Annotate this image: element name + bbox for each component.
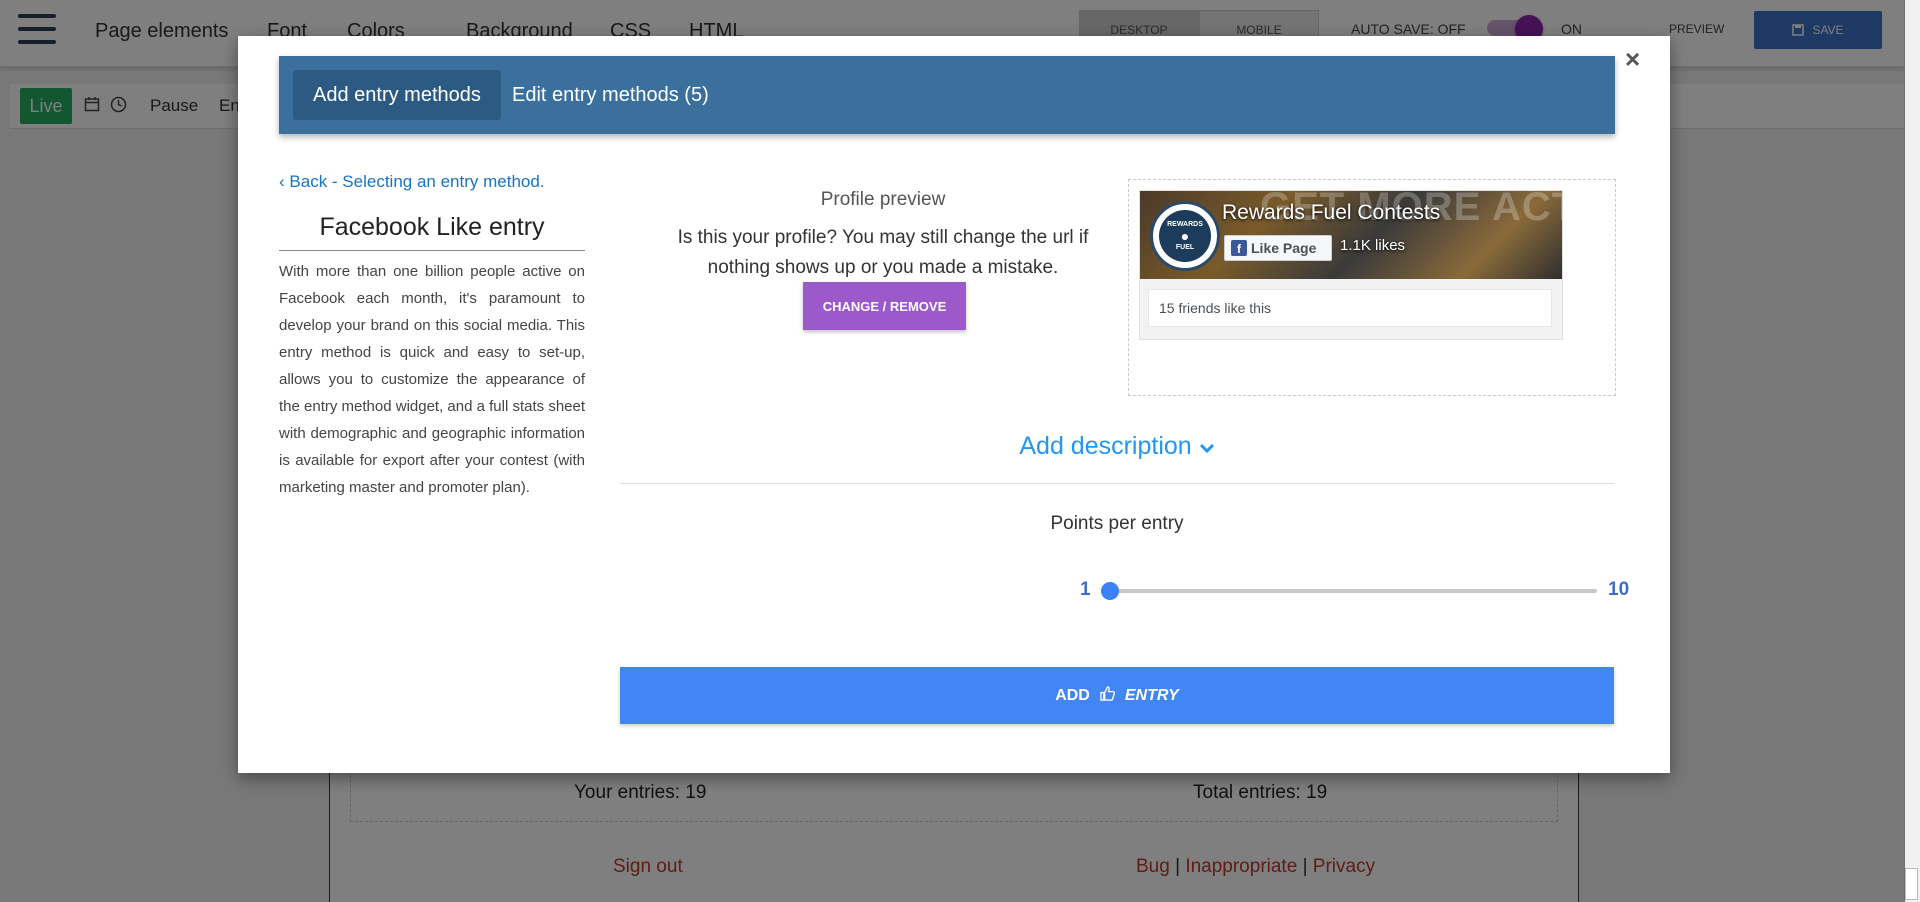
points-per-entry-label: Points per entry: [1050, 513, 1184, 534]
modal-tabbar: Add entry methods Edit entry methods (5): [279, 56, 1615, 134]
logo-text-bottom: FUEL: [1175, 244, 1195, 251]
chevron-left-icon: ‹: [279, 172, 285, 191]
add-entry-label-add: ADD: [1055, 686, 1090, 704]
drop-icon: ●: [1180, 228, 1190, 244]
entry-method-modal: × Add entry methods Edit entry methods (…: [238, 36, 1670, 773]
chevron-down-icon: [1199, 432, 1215, 460]
tab-add-entry-methods[interactable]: Add entry methods: [293, 70, 501, 120]
like-button-label: Like Page: [1251, 240, 1317, 256]
add-entry-button[interactable]: ADD ENTRY: [620, 667, 1614, 724]
facebook-friends-like: 15 friends like this: [1148, 289, 1552, 327]
back-link-label: Back - Selecting an entry method.: [289, 172, 545, 191]
facebook-likes-count: 1.1K likes: [1340, 237, 1406, 254]
facebook-page-name[interactable]: Rewards Fuel Contests: [1222, 201, 1440, 225]
scrollbar-thumb[interactable]: [1905, 868, 1918, 900]
logo-text-top: REWARDS: [1167, 221, 1203, 228]
slider-handle[interactable]: [1101, 582, 1119, 600]
entry-method-description: With more than one billion people active…: [279, 263, 586, 496]
slider-min-value: 1: [1080, 579, 1091, 600]
close-icon[interactable]: ×: [1625, 44, 1640, 75]
page-scrollbar[interactable]: [1904, 0, 1920, 902]
add-description-label: Add description: [1019, 432, 1192, 460]
divider: [620, 483, 1614, 484]
profile-preview-label: Profile preview: [820, 189, 946, 210]
add-entry-label-entry: ENTRY: [1124, 686, 1179, 704]
add-description-toggle[interactable]: Add description: [620, 432, 1614, 461]
entry-method-title: Facebook Like entry: [279, 213, 585, 251]
thumbs-up-icon: [1100, 685, 1115, 706]
points-slider[interactable]: [1101, 582, 1597, 600]
facebook-like-button[interactable]: f Like Page: [1224, 235, 1332, 261]
back-link[interactable]: ‹ Back - Selecting an entry method.: [279, 172, 545, 192]
slider-max-value: 10: [1608, 579, 1630, 600]
page-logo: REWARDS ● FUEL: [1150, 201, 1220, 271]
facebook-icon: f: [1231, 240, 1247, 256]
change-remove-button[interactable]: CHANGE / REMOVE: [803, 282, 966, 330]
facebook-preview-box: GET MORE ACTION FACEBOOK REWARDS ● FUEL …: [1128, 179, 1616, 396]
facebook-page-widget: GET MORE ACTION FACEBOOK REWARDS ● FUEL …: [1139, 190, 1563, 340]
profile-question: Is this your profile? You may still chan…: [677, 227, 1089, 278]
tab-edit-entry-methods[interactable]: Edit entry methods (5): [492, 70, 729, 120]
